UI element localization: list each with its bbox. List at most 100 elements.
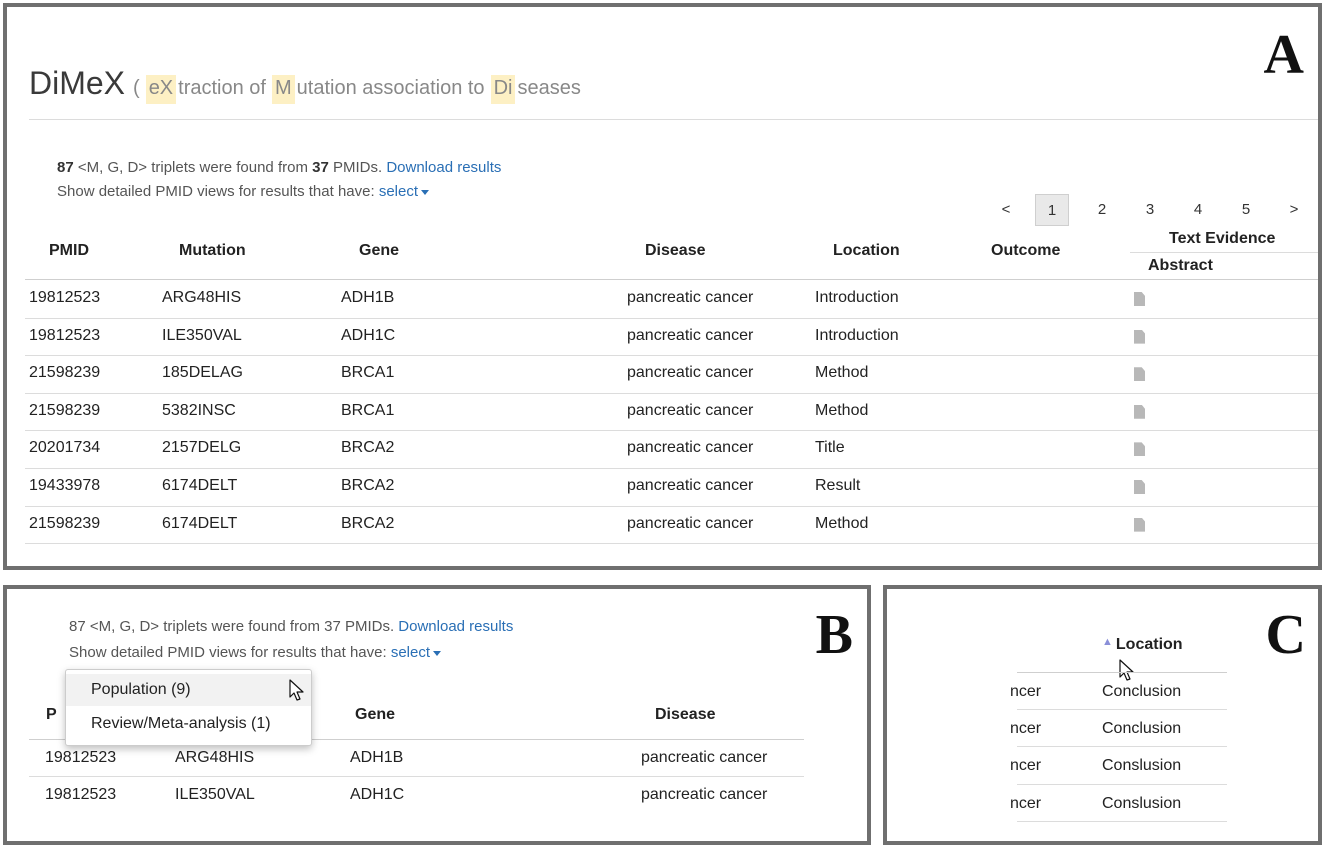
table-cell-gene: BRCA2 (341, 439, 395, 457)
table-cell-gene: BRCA2 (341, 477, 395, 494)
pager-prev[interactable]: < (989, 194, 1023, 226)
title-highlight: Di (490, 75, 516, 104)
table-cell-pmid: 19812523 (29, 289, 101, 306)
pager-page-2[interactable]: 2 (1085, 194, 1119, 226)
table-cell-gene: BRCA2 (341, 514, 395, 532)
select-dropdown-menu: Population (9) Review/Meta-analysis (1) (65, 669, 312, 746)
pager-page-5[interactable]: 5 (1229, 194, 1263, 226)
column-header-pmid[interactable]: P (46, 706, 57, 724)
table-cell-disease: ncer (1010, 720, 1042, 737)
abstract-document-icon[interactable] (1134, 517, 1145, 532)
title-highlight: eX (145, 75, 177, 104)
column-header-text-evidence: Text Evidence (1169, 230, 1276, 247)
pagination: < 1 2 3 4 5 > (989, 194, 1309, 226)
pager-page-4[interactable]: 4 (1181, 194, 1215, 226)
abstract-document-icon[interactable] (1134, 480, 1145, 494)
column-header-disease[interactable]: Disease (645, 242, 706, 260)
table-cell-pmid: 19812523 (29, 326, 101, 344)
download-results-link[interactable]: Download results (386, 159, 501, 176)
table-cell-pmid: 19812523 (45, 786, 117, 803)
row-divider (25, 468, 1318, 469)
table-cell-gene: BRCA1 (341, 401, 395, 419)
abstract-document-icon[interactable] (1134, 442, 1145, 457)
table-cell-pmid: 19812523 (45, 749, 117, 766)
row-divider (25, 392, 1318, 394)
table-cell-mutation: 5382INSC (162, 401, 236, 419)
app-title: DiMeX ( eX traction of M utation associa… (29, 65, 581, 104)
title-highlight: M (271, 75, 295, 104)
column-header-location[interactable]: ▲ Location (1102, 636, 1183, 654)
table-cell-location: Introduction (815, 289, 899, 306)
mouse-cursor-icon (1119, 659, 1134, 681)
row-divider (25, 543, 1318, 545)
select-dropdown[interactable]: select (379, 183, 430, 200)
table-cell-mutation: 2157DELG (162, 439, 242, 457)
menu-item-review[interactable]: Review/Meta-analysis (1) (66, 708, 311, 740)
pager-next[interactable]: > (1277, 194, 1311, 226)
table-cell-gene: ADH1C (350, 786, 405, 803)
table-cell-disease: pancreatic cancer (641, 749, 768, 766)
table-cell-mutation: ILE350VAL (162, 326, 242, 344)
table-cell-mutation: ARG48HIS (162, 289, 242, 306)
column-header-location[interactable]: Location (833, 242, 900, 260)
table-cell-gene: BRCA1 (341, 364, 395, 382)
panel-b: B 87 <M, G, D> triplets were found from … (3, 585, 871, 845)
table-cell-pmid: 20201734 (29, 439, 101, 457)
table-cell-disease: ncer (1010, 795, 1042, 812)
pager-page-1[interactable]: 1 (1035, 194, 1069, 226)
table-cell-mutation: 6174DELT (162, 514, 238, 532)
panel-a: A DiMeX ( eX traction of M utation assoc… (3, 3, 1322, 570)
table-cell-mutation: ILE350VAL (175, 786, 255, 803)
mouse-cursor-icon (289, 679, 304, 701)
sort-up-icon: ▲ (1102, 636, 1113, 648)
table-cell-pmid: 21598239 (29, 401, 101, 419)
column-header-mutation[interactable]: Mutation (179, 242, 246, 260)
select-dropdown[interactable]: select (391, 644, 442, 661)
table-cell-disease: ncer (1010, 683, 1042, 700)
app-name: DiMeX (29, 65, 126, 101)
divider (29, 119, 1318, 120)
table-cell-location: Conclusion (1102, 720, 1182, 737)
table-cell-disease: pancreatic cancer (627, 477, 754, 494)
column-header-disease[interactable]: Disease (655, 706, 716, 724)
table-cell-location: Conslusion (1102, 757, 1182, 774)
table-cell-location: Method (815, 364, 869, 382)
abstract-document-icon[interactable] (1134, 292, 1145, 306)
table-cell-disease: pancreatic cancer (627, 401, 754, 419)
column-header-gene[interactable]: Gene (355, 706, 395, 724)
panel-letter: B (815, 604, 853, 666)
table-cell-gene: ADH1B (341, 289, 395, 306)
table-cell-disease: pancreatic cancer (641, 786, 768, 803)
abstract-document-icon[interactable] (1134, 404, 1145, 419)
panel-letter: A (1263, 24, 1304, 86)
table-cell-mutation: ARG48HIS (175, 749, 255, 766)
table-cell-disease: pancreatic cancer (627, 514, 754, 532)
table-cell-location: Result (815, 477, 861, 494)
column-header-outcome[interactable]: Outcome (991, 242, 1060, 260)
table-cell-pmid: 19433978 (29, 477, 101, 494)
table-cell-disease: pancreatic cancer (627, 439, 754, 457)
column-header-gene[interactable]: Gene (359, 242, 399, 260)
menu-item-population[interactable]: Population (9) (66, 674, 311, 706)
table-cell-disease: pancreatic cancer (627, 326, 754, 344)
abstract-document-icon[interactable] (1134, 329, 1145, 344)
abstract-document-icon[interactable] (1134, 367, 1145, 382)
caret-down-icon (433, 650, 442, 656)
table-cell-location: Method (815, 514, 869, 532)
table-cell-pmid: 21598239 (29, 364, 101, 382)
filter-line: Show detailed PMID views for results tha… (57, 183, 430, 200)
download-results-link[interactable]: Download results (398, 618, 513, 635)
table-cell-mutation: 6174DELT (162, 477, 238, 494)
column-header-pmid[interactable]: PMID (49, 242, 89, 260)
results-summary: 87 <M, G, D> triplets were found from 37… (69, 618, 514, 635)
pager-page-3[interactable]: 3 (1133, 194, 1167, 226)
filter-line: Show detailed PMID views for results tha… (69, 644, 442, 661)
panel-c: C ▲ Location ncer Conclusion ncer Conclus… (883, 585, 1322, 845)
row-divider (25, 430, 1318, 432)
caret-down-icon (421, 189, 430, 195)
row-divider (25, 317, 1318, 319)
table-cell-mutation: 185DELAG (162, 364, 243, 382)
table-cell-location: Conslusion (1102, 795, 1182, 812)
table-cell-location: Title (815, 439, 845, 457)
row-divider (25, 355, 1318, 357)
